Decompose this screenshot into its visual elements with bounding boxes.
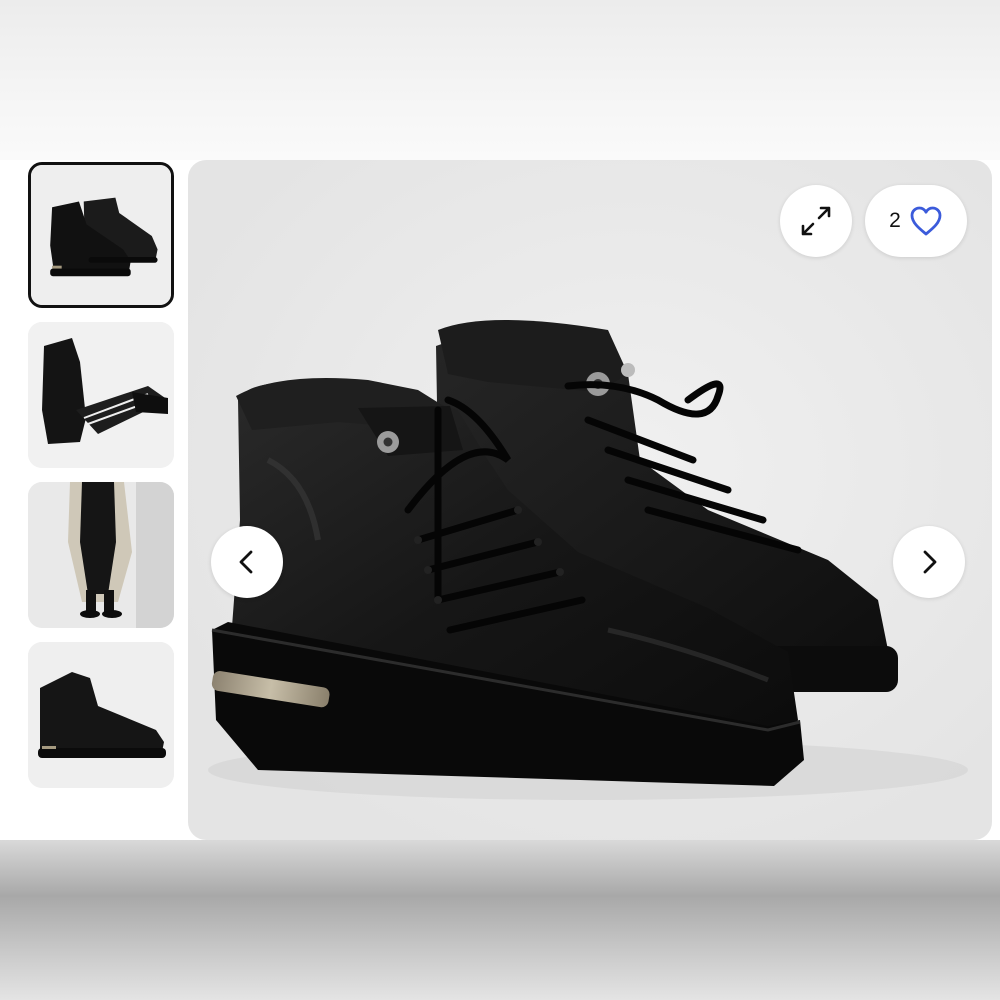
previous-image-button[interactable] [211, 526, 283, 598]
thumbnail-2[interactable] [28, 322, 174, 468]
main-image-viewer: 2 [188, 160, 992, 840]
expand-arrows-icon [801, 206, 831, 236]
thumbnail-4[interactable] [28, 642, 174, 788]
thumbnail-3-image [28, 482, 174, 628]
chevron-right-icon [923, 550, 937, 574]
product-gallery: 2 [0, 160, 1000, 840]
expand-button[interactable] [780, 185, 852, 257]
top-blur-band [0, 0, 1000, 160]
thumbnail-1-image [31, 165, 171, 305]
chevron-left-icon [239, 550, 253, 574]
main-product-image [208, 320, 968, 800]
like-button[interactable]: 2 [865, 185, 967, 257]
heart-outline-icon [910, 206, 942, 236]
thumbnail-4-image [28, 642, 174, 788]
thumbnail-1[interactable] [28, 162, 174, 308]
thumbnail-3[interactable] [28, 482, 174, 628]
thumbnail-2-image [28, 322, 174, 468]
next-image-button[interactable] [893, 526, 965, 598]
like-count: 2 [889, 209, 901, 232]
bottom-blur-band [0, 840, 1000, 1000]
